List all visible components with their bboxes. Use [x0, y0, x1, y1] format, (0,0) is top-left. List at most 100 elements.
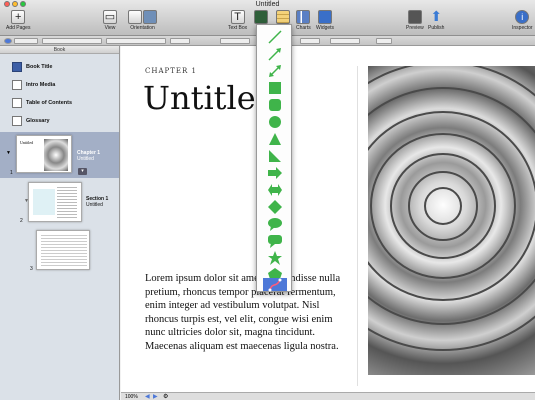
chapter-label[interactable]: CHAPTER 1 — [145, 67, 197, 75]
font-family-popup[interactable] — [106, 38, 166, 44]
shape-circle[interactable] — [263, 113, 287, 130]
star-icon — [268, 250, 282, 265]
paragraph-style-popup[interactable] — [42, 38, 102, 44]
sidebar-item-table-of-contents[interactable]: Table of Contents — [0, 94, 119, 112]
body-text[interactable]: Lorem ipsum dolor sit amet, suspendisse … — [145, 272, 355, 353]
shape-star[interactable] — [263, 249, 287, 266]
toc-icon — [12, 98, 22, 108]
thumb-menu-button[interactable]: ▾ — [78, 168, 87, 175]
shape-diamond[interactable] — [263, 198, 287, 215]
sidebar-item-label: Book Title — [26, 64, 53, 70]
shape-speech-bubble[interactable] — [263, 215, 287, 232]
thumb-number: 1 — [10, 170, 13, 176]
thumb-title: Untitled — [20, 140, 34, 145]
document-canvas[interactable]: CHAPTER 1 Untitled Lorem ipsum dolor sit… — [121, 46, 535, 392]
shape-square[interactable] — [263, 79, 287, 96]
window-title: Untitled — [255, 1, 280, 8]
double-arrow-icon — [268, 183, 282, 196]
text-box-button[interactable]: T Text Box — [228, 10, 247, 31]
table-button[interactable] — [276, 10, 290, 24]
book-sidebar: Book Book Title Intro Media Table of Con… — [0, 46, 120, 400]
add-pages-button[interactable]: + Add Pages — [6, 10, 30, 31]
widgets-button[interactable]: Widgets — [316, 10, 334, 31]
preview-button[interactable]: Preview — [406, 10, 424, 31]
page-thumbnail — [28, 182, 82, 222]
sidebar-item-label: Table of Contents — [26, 100, 73, 106]
page-thumbnail — [36, 230, 90, 270]
text-box-label: Text Box — [228, 25, 248, 31]
next-page-icon[interactable]: ▶ — [153, 393, 158, 400]
charts-button[interactable]: Charts — [296, 10, 311, 31]
gear-icon[interactable]: ⚙ — [163, 393, 168, 400]
zoom-level[interactable]: 100% — [125, 394, 138, 400]
view-icon: ▭ — [103, 10, 117, 24]
disclosure-triangle-icon[interactable]: ▼ — [6, 150, 11, 156]
shape-arrow[interactable] — [263, 164, 287, 181]
thumb-number: 2 — [20, 218, 23, 224]
flower-photo[interactable] — [368, 66, 535, 375]
shapes-icon — [254, 10, 268, 24]
pen-tool-icon — [268, 278, 282, 291]
widgets-label: Widgets — [316, 25, 335, 31]
shape-double-arrow-line[interactable] — [263, 62, 287, 79]
publish-button[interactable]: ⬆ Publish — [428, 9, 445, 31]
media-icon — [12, 80, 22, 90]
double-arrow-line-icon — [269, 64, 281, 77]
sidebar-item-book-title[interactable]: Book Title — [0, 58, 119, 76]
shape-line[interactable] — [263, 28, 287, 45]
widgets-icon — [318, 10, 333, 24]
flower-petals — [368, 66, 535, 351]
rounded-callout-icon — [268, 234, 282, 248]
font-size-field[interactable] — [170, 38, 190, 44]
charts-icon — [296, 10, 311, 24]
columns-control[interactable] — [376, 38, 392, 44]
style-popup[interactable] — [14, 38, 38, 44]
publish-label: Publish — [428, 25, 445, 31]
page-thumb-row[interactable]: 3 — [0, 228, 119, 274]
alignment-control[interactable] — [300, 38, 320, 44]
spacing-control[interactable] — [330, 38, 360, 44]
triangle-icon — [269, 132, 281, 145]
glossary-icon — [12, 116, 22, 126]
shape-double-arrow[interactable] — [263, 181, 287, 198]
book-icon — [12, 62, 22, 72]
section-thumb-row[interactable]: ▼ Section 1 Untitled 2 — [0, 180, 119, 226]
thumb-text-lines — [41, 235, 87, 267]
thumb-shape — [33, 189, 55, 215]
inspector-button[interactable]: i Inspector — [512, 10, 533, 31]
speech-bubble-icon — [268, 217, 282, 231]
view-button[interactable]: ▭ View — [103, 10, 117, 31]
orientation-button[interactable]: Orientation — [128, 10, 157, 31]
preview-label: Preview — [406, 25, 424, 31]
rounded-square-icon — [269, 98, 281, 111]
sidebar-item-glossary[interactable]: Glossary — [0, 112, 119, 130]
shape-rounded-callout[interactable] — [263, 232, 287, 249]
shape-triangle[interactable] — [263, 130, 287, 147]
thumb-image — [44, 139, 68, 171]
add-pages-label: Add Pages — [6, 25, 31, 31]
status-bar: 100% ◀ ▶ ⚙ — [121, 392, 535, 400]
orientation-label: Orientation — [130, 25, 155, 31]
info-icon: i — [515, 10, 530, 24]
prev-page-icon[interactable]: ◀ — [145, 393, 150, 400]
sidebar-toggle-button[interactable] — [4, 38, 12, 44]
thumb-text-lines — [57, 187, 77, 219]
sidebar-item-label: Intro Media — [26, 82, 56, 88]
shape-arrow-line[interactable] — [263, 45, 287, 62]
right-triangle-icon — [269, 149, 281, 162]
chapter-thumb-row[interactable]: ▼ Untitled Chapter 1 Untitled ▾ 1 — [0, 132, 119, 178]
shape-right-triangle[interactable] — [263, 147, 287, 164]
shapes-popup-menu — [256, 24, 292, 292]
shape-pen-tool[interactable] — [263, 278, 287, 291]
thumb-subtitle: Untitled — [86, 202, 103, 208]
inspector-label: Inspector — [512, 25, 533, 31]
shape-rounded-square[interactable] — [263, 96, 287, 113]
line-icon — [268, 29, 282, 44]
sidebar-item-intro-media[interactable]: Intro Media — [0, 76, 119, 94]
square-icon — [269, 81, 281, 94]
charts-label: Charts — [296, 25, 311, 31]
shapes-button[interactable] — [254, 10, 268, 24]
portrait-icon — [128, 10, 142, 24]
text-color-control[interactable] — [220, 38, 250, 44]
page-thumbnail: Untitled — [16, 135, 72, 173]
